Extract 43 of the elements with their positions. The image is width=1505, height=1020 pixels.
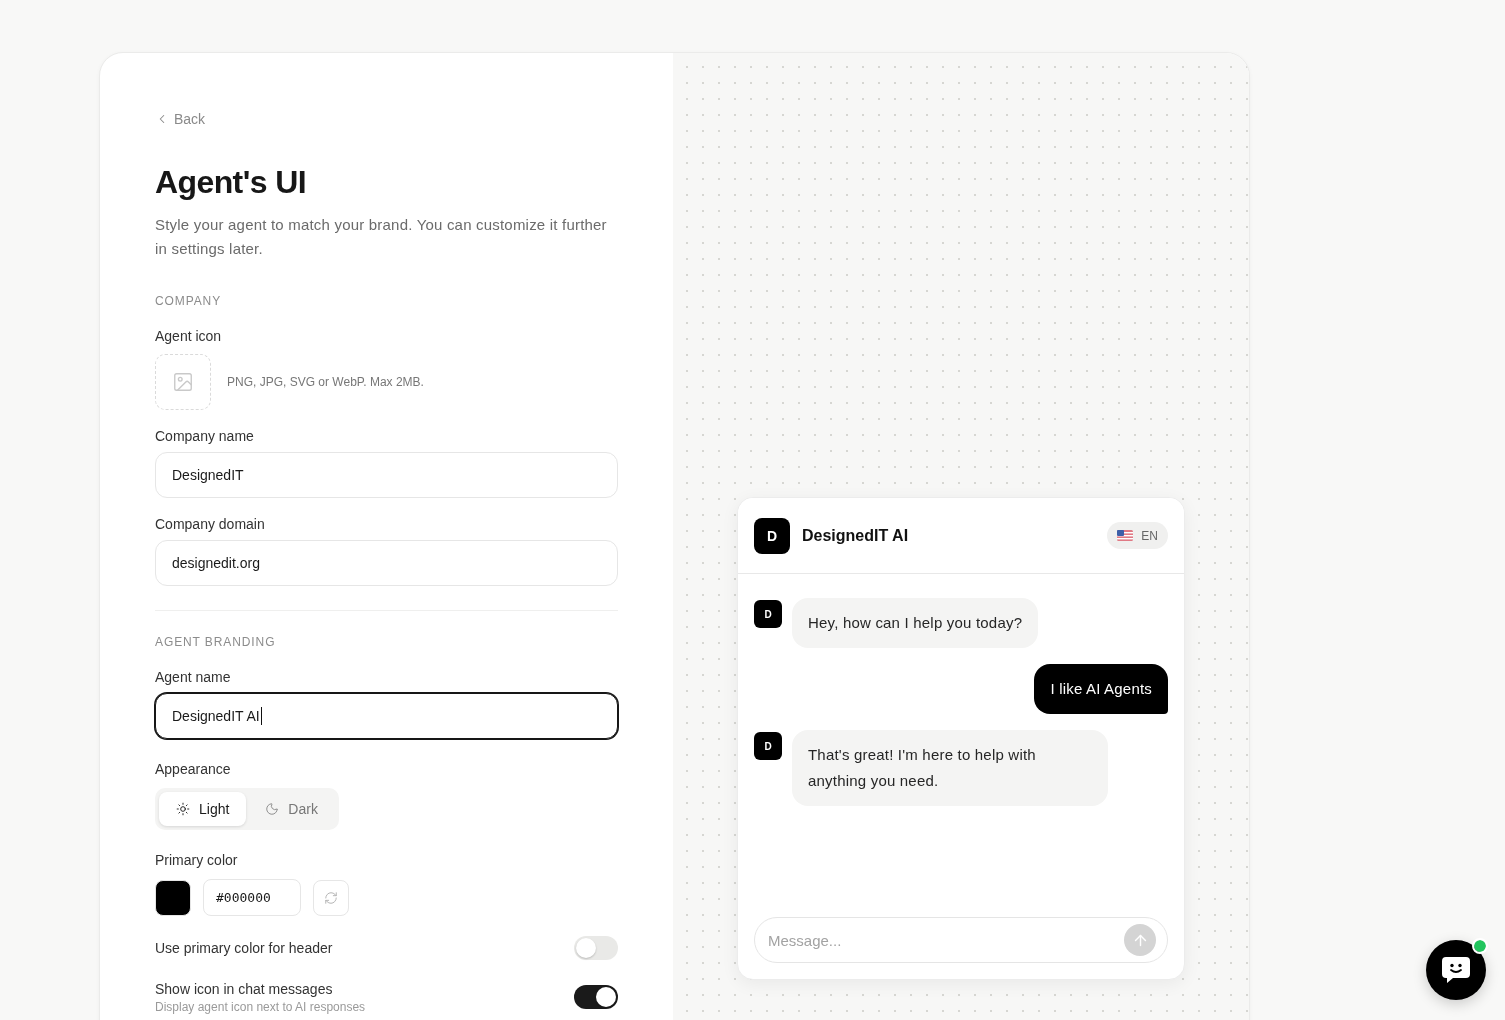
image-icon (172, 371, 194, 393)
message-avatar: D (754, 600, 782, 628)
toggle-switch[interactable] (574, 936, 618, 960)
toggle-label: Use primary color for header (155, 939, 333, 957)
input-field[interactable]: designedit.org (155, 540, 618, 586)
field-label: Agent icon (155, 327, 222, 346)
field-label: Company domain (155, 515, 265, 534)
message-avatar: D (754, 732, 782, 760)
chat-smiley-icon (1441, 956, 1471, 984)
flag-icon (1117, 530, 1134, 541)
agent-message: Hey, how can I help you today? (792, 598, 1039, 648)
chat-title: DesignedIT AI (802, 526, 909, 545)
field-label: Company name (155, 427, 254, 446)
section-heading: COMPANY (155, 293, 222, 309)
back-link[interactable]: Back (155, 109, 206, 129)
field-label: Agent name (155, 668, 231, 687)
input-field[interactable]: DesignedIT AI (155, 693, 618, 739)
moon-icon (265, 802, 280, 816)
refresh-button[interactable] (313, 879, 349, 916)
user-message: I like AI Agents (1034, 664, 1168, 714)
field-label: Primary color (155, 851, 238, 870)
page-title: Agent's UI (155, 163, 306, 202)
text-cursor-icon (260, 707, 262, 725)
toggle-label: Show icon in chat messages (155, 980, 333, 998)
language-selector[interactable]: EN (1107, 522, 1168, 549)
field-label: Appearance (155, 760, 231, 779)
hex-color-field[interactable]: #000000 (203, 879, 301, 916)
sun-icon (176, 802, 190, 816)
page-description: Style your agent to match your brand. You can customize it further in settings later. (155, 215, 608, 259)
color-swatch-icon[interactable] (155, 879, 191, 916)
upload-hint: PNG, JPG, SVG or WebP. Max 2MB. (227, 375, 424, 389)
input-field[interactable]: DesignedIT (155, 452, 618, 498)
section-heading: AGENT BRANDING (155, 634, 276, 650)
refresh-icon (324, 890, 338, 905)
toggle-description: Display agent icon next to AI responses (155, 1000, 366, 1014)
message-field[interactable]: Message... (754, 917, 1168, 963)
chat-launcher-button[interactable] (1426, 940, 1486, 1000)
agent-avatar: D (754, 517, 790, 554)
toggle-switch[interactable] (574, 985, 618, 1009)
theme-option[interactable]: Light (159, 792, 247, 826)
agent-message: That's great! I'm here to help with anything you need. (792, 730, 1108, 806)
upload-dropzone[interactable] (155, 354, 211, 410)
theme-option[interactable]: Dark (248, 792, 335, 826)
